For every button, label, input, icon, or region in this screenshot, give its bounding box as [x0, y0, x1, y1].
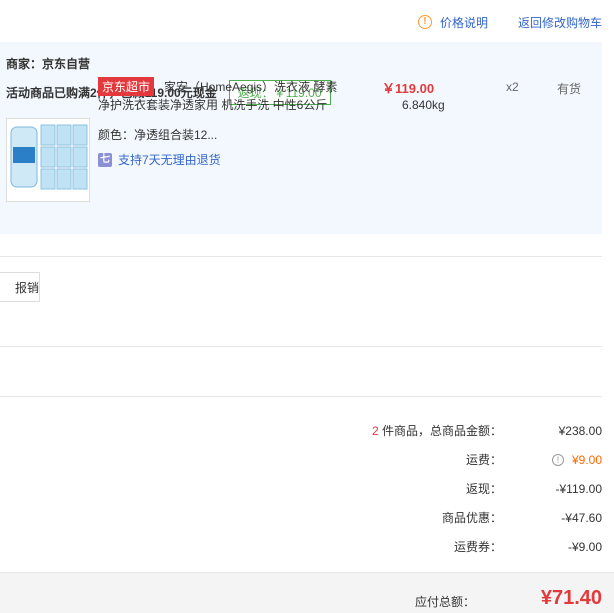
- return-policy: 七 支持7天无理由退货: [98, 151, 221, 168]
- info-icon: !: [417, 15, 432, 29]
- stock-status: 有货: [557, 82, 582, 96]
- goods-total-row: 2 件商品，总商品金额： ¥238.00: [282, 422, 602, 439]
- freight-value-wrap: ! ¥9.00: [502, 453, 602, 467]
- cashback-value: -¥119.00: [555, 481, 602, 496]
- return-policy-label: 支持7天无理由退货: [118, 153, 221, 167]
- divider: [0, 396, 602, 397]
- freight-value: ¥9.00: [571, 452, 602, 467]
- freight-label: 运费：: [465, 453, 502, 467]
- discount-value: -¥47.60: [561, 510, 602, 525]
- freight-coupon-label: 运费券：: [453, 540, 502, 554]
- cashback-label: 返现：: [465, 482, 502, 496]
- discount-row: 商品优惠： -¥47.60: [282, 509, 602, 526]
- price-note-link[interactable]: ! 价格说明: [417, 14, 488, 31]
- freight-row: 运费： ! ¥9.00: [282, 451, 602, 468]
- product-name-line1[interactable]: 家安（HomeAegis）洗衣液 酵素: [164, 78, 344, 96]
- merchant-panel: 商家：京东自营 活动商品已购满2件，已减119.00元现金 返现：￥119.00: [0, 42, 602, 234]
- product-quantity: x2: [506, 80, 519, 94]
- product-price: ￥119.00: [382, 81, 435, 96]
- back-to-cart-link[interactable]: 返回修改购物车: [518, 14, 602, 31]
- goods-count-label: 件商品，总商品金额：: [378, 424, 502, 438]
- merchant-name: 商家：京东自营: [6, 57, 91, 71]
- product-color: 颜色：净透组合装12...: [98, 128, 218, 142]
- product-image-graphic: [7, 119, 89, 201]
- product-image[interactable]: [6, 118, 90, 202]
- cashback-row: 返现： -¥119.00: [282, 480, 602, 497]
- divider: [0, 256, 602, 257]
- total-label: 应付总额：: [414, 595, 475, 609]
- invoice-button[interactable]: 报销: [0, 272, 40, 302]
- top-links: ! 价格说明 返回修改购物车: [417, 12, 602, 32]
- jd-supermarket-tag: 京东超市: [98, 77, 155, 96]
- total-value: ¥71.40: [540, 587, 602, 609]
- seven-day-return-icon: 七: [98, 152, 112, 167]
- discount-label: 商品优惠：: [441, 511, 502, 525]
- price-note-label: 价格说明: [439, 15, 488, 30]
- goods-total-label: 2 件商品，总商品金额：: [282, 422, 502, 439]
- freight-help-icon[interactable]: !: [551, 453, 564, 466]
- product-name-line2[interactable]: 净护洗衣套装净透家用 机洗手洗 中性6公斤: [98, 96, 358, 114]
- goods-count: 2: [371, 424, 379, 438]
- freight-coupon-row: 运费券： -¥9.00: [282, 538, 602, 555]
- freight-coupon-value: -¥9.00: [567, 539, 602, 554]
- total-footer: [0, 572, 614, 613]
- goods-total-value: ¥238.00: [558, 423, 602, 438]
- product-weight: 6.840kg: [402, 98, 445, 112]
- divider: [0, 346, 602, 347]
